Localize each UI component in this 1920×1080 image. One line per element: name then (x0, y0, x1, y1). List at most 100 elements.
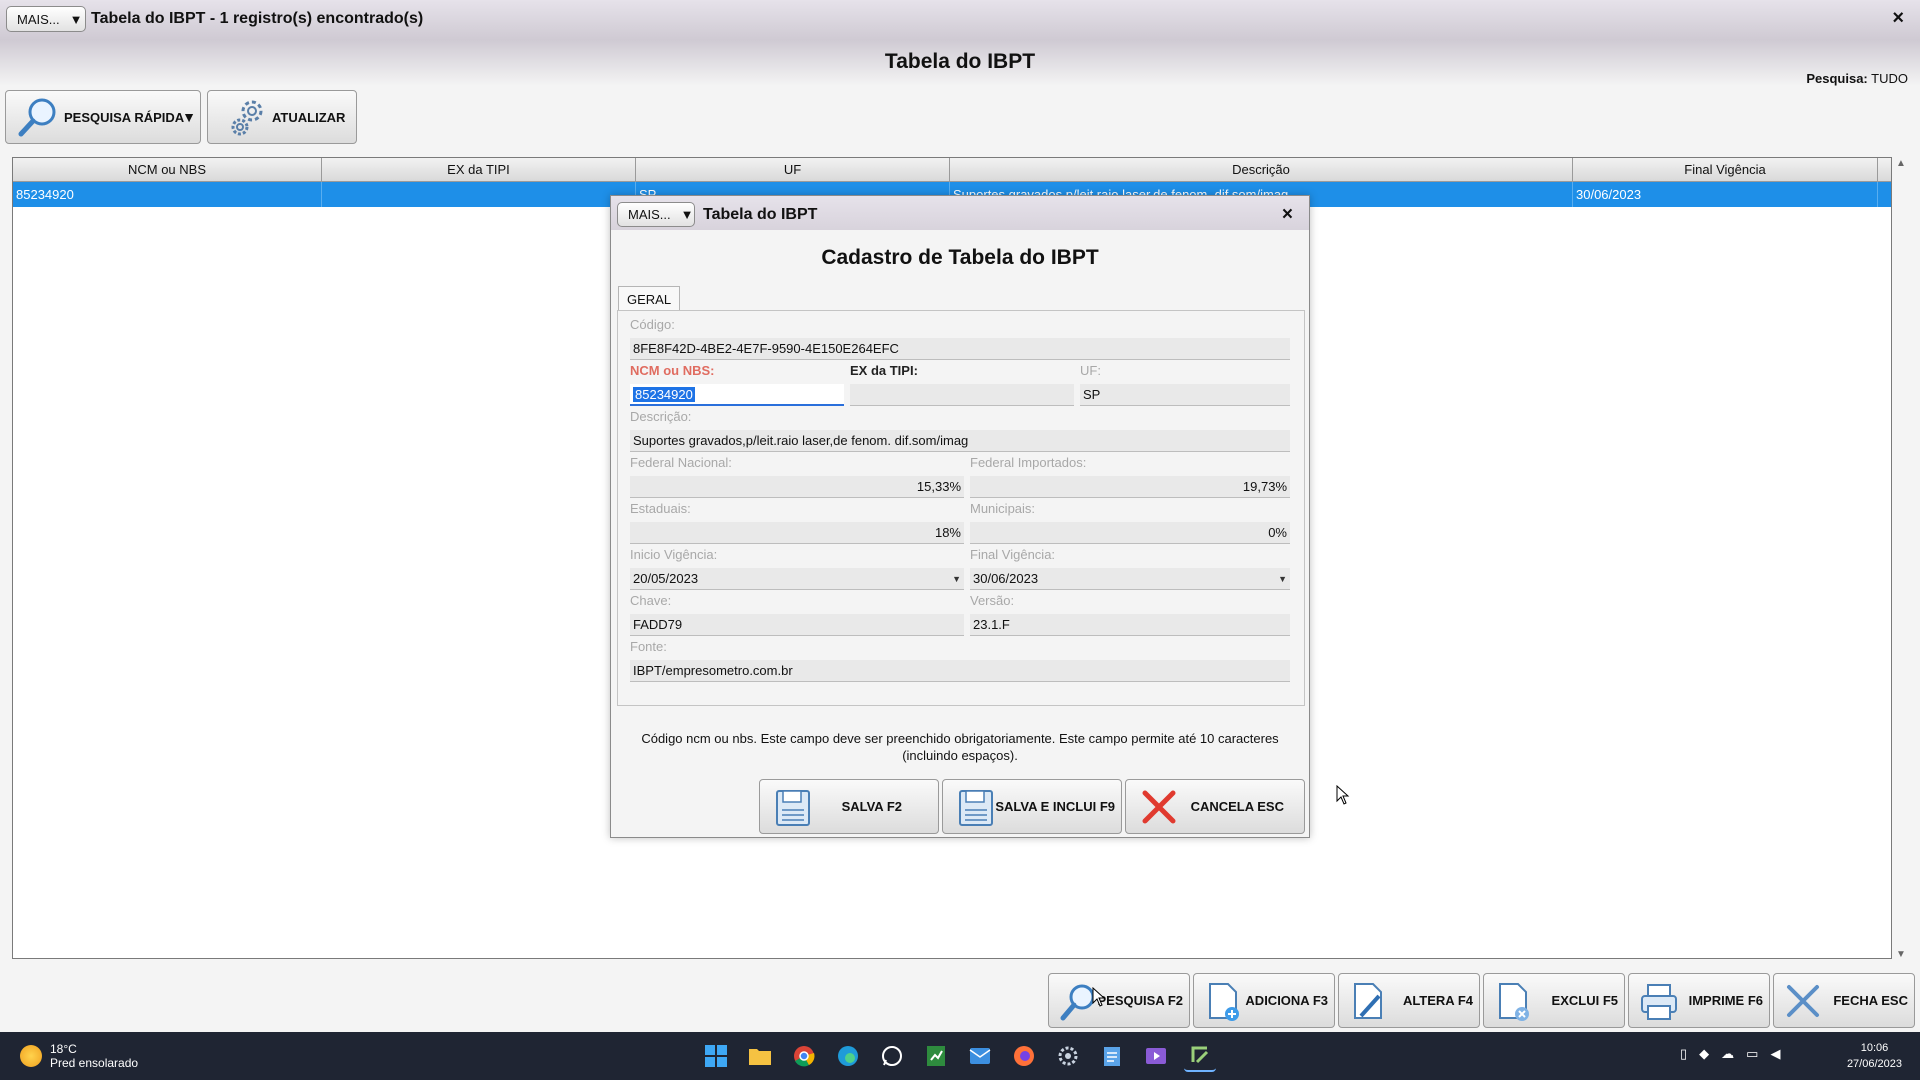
media-player-icon[interactable] (1140, 1040, 1172, 1072)
estaduais-field[interactable]: 18% (630, 522, 964, 544)
estaduais-label: Estaduais: (630, 501, 691, 516)
delete-f5-label: EXCLUI F5 (1551, 993, 1618, 1008)
codigo-label: Código: (630, 317, 675, 332)
windows-start-icon[interactable] (700, 1040, 732, 1072)
update-button[interactable]: ATUALIZAR (207, 90, 357, 144)
weather-temperature: 18°C (50, 1042, 77, 1056)
fonte-label: Fonte: (630, 639, 667, 654)
clock[interactable]: 10:06 27/06/2023 (1847, 1040, 1902, 1072)
column-header-final-vigencia[interactable]: Final Vigência (1573, 158, 1878, 181)
firefox-icon[interactable] (1008, 1040, 1040, 1072)
cancel-x-icon (1142, 790, 1176, 824)
versao-label: Versão: (970, 593, 1015, 608)
ex-tipi-field[interactable] (850, 384, 1074, 406)
municipais-label: Municipais: (970, 501, 1036, 516)
chrome-icon[interactable] (788, 1040, 820, 1072)
print-f6-label: IMPRIME F6 (1688, 993, 1763, 1008)
save-and-new-f9-button[interactable]: SALVA E INCLUI F9 (942, 779, 1122, 834)
final-vigencia-value: 30/06/2023 (973, 571, 1039, 586)
quick-search-label: PESQUISA RÁPIDA (64, 109, 185, 125)
mais-menu-button[interactable]: MAIS... ▼ (6, 6, 86, 32)
update-label: ATUALIZAR (272, 109, 346, 125)
ncm-field[interactable]: 85234920 (630, 384, 844, 406)
scroll-up-icon[interactable]: ▲ (1896, 158, 1906, 169)
close-esc-button[interactable]: FECHA ESC (1773, 973, 1915, 1028)
scroll-down-icon[interactable]: ▼ (1896, 949, 1906, 960)
inicio-vigencia-field[interactable]: 20/05/2023 ▼ (630, 568, 964, 590)
quick-search-button[interactable]: PESQUISA RÁPIDA ▼ (5, 90, 201, 144)
printer-icon (1641, 984, 1677, 1020)
print-f6-button[interactable]: IMPRIME F6 (1628, 973, 1770, 1028)
window-title: Tabela do IBPT - 1 registro(s) encontrad… (91, 10, 424, 27)
search-f2-label: PESQUISA F2 (1097, 993, 1183, 1008)
onedrive-icon[interactable]: ☁ (1721, 1046, 1734, 1062)
add-f3-label: ADICIONA F3 (1245, 993, 1328, 1008)
security-shield-icon[interactable]: ◆ (1699, 1046, 1709, 1062)
chevron-down-icon[interactable]: ▼ (1278, 568, 1287, 589)
mais-label: MAIS... (17, 11, 60, 27)
close-icon[interactable]: × (1282, 204, 1293, 226)
tab-geral[interactable]: GERAL (618, 286, 681, 311)
network-icon[interactable]: ▭ (1746, 1046, 1758, 1062)
versao-field[interactable]: 23.1.F (970, 614, 1290, 636)
close-icon[interactable]: × (1892, 7, 1904, 30)
chevron-down-icon[interactable]: ▼ (952, 568, 961, 589)
file-explorer-icon[interactable] (744, 1040, 776, 1072)
dialog-mais-label: MAIS... (628, 207, 671, 222)
close-esc-label: FECHA ESC (1833, 993, 1908, 1008)
volume-icon[interactable]: ◀ (1770, 1046, 1780, 1062)
search-icon (18, 98, 56, 137)
column-header-uf[interactable]: UF (636, 158, 950, 181)
final-vigencia-field[interactable]: 30/06/2023 ▼ (970, 568, 1290, 590)
mail-icon[interactable] (964, 1040, 996, 1072)
ex-tipi-label: EX da TIPI: (850, 363, 918, 378)
uf-label: UF: (1080, 363, 1101, 378)
sun-icon (20, 1045, 42, 1067)
fonte-field[interactable]: IBPT/empresometro.com.br (630, 660, 1290, 682)
descricao-label: Descrição: (630, 409, 692, 424)
cell-ncm: 85234920 (13, 182, 322, 207)
save-f2-button[interactable]: SALVA F2 (759, 779, 939, 834)
delete-f5-button[interactable]: EXCLUI F5 (1483, 973, 1625, 1028)
edit-document-icon (1354, 983, 1382, 1019)
column-header-ex-tipi[interactable]: EX da TIPI (322, 158, 636, 181)
mouse-cursor-icon (1092, 987, 1106, 1007)
codigo-field[interactable]: 8FE8F42D-4BE2-4E7F-9590-4E150E264EFC (630, 338, 1290, 360)
column-header-ncm[interactable]: NCM ou NBS (13, 158, 322, 181)
spreadsheet-icon[interactable] (920, 1040, 952, 1072)
grid-header: NCM ou NBS EX da TIPI UF Descrição Final… (13, 158, 1891, 182)
search-mode-value: TUDO (1871, 71, 1908, 86)
cancel-esc-button[interactable]: CANCELA ESC (1125, 779, 1305, 834)
dialog-mais-menu-button[interactable]: MAIS... ▼ (617, 202, 695, 227)
chevron-down-icon[interactable]: ▼ (182, 109, 196, 125)
edge-icon[interactable] (832, 1040, 864, 1072)
edit-f4-button[interactable]: ALTERA F4 (1338, 973, 1480, 1028)
chave-label: Chave: (630, 593, 672, 608)
column-header-descricao[interactable]: Descrição (950, 158, 1573, 181)
notepad-icon[interactable] (1096, 1040, 1128, 1072)
descricao-field[interactable]: Suportes gravados,p/leit.raio laser,de f… (630, 430, 1290, 452)
federal-nacional-field[interactable]: 15,33% (630, 476, 964, 498)
cancel-esc-label: CANCELA ESC (1190, 799, 1284, 814)
weather-widget[interactable]: 18°C Pred ensolarado (20, 1042, 138, 1070)
tab-panel-geral: Código: 8FE8F42D-4BE2-4E7F-9590-4E150E26… (617, 310, 1305, 706)
cell-final-vigencia: 30/06/2023 (1573, 182, 1878, 207)
mouse-cursor-icon (1336, 785, 1350, 805)
federal-importados-field[interactable]: 19,73% (970, 476, 1290, 498)
erp-app-icon[interactable] (1184, 1040, 1216, 1072)
edit-f4-label: ALTERA F4 (1402, 993, 1473, 1008)
add-f3-button[interactable]: ADICIONA F3 (1193, 973, 1335, 1028)
dialog-heading: Cadastro de Tabela do IBPT (821, 246, 1099, 269)
whatsapp-icon[interactable] (876, 1040, 908, 1072)
usb-icon[interactable]: ▯ (1680, 1046, 1687, 1062)
chave-field[interactable]: FADD79 (630, 614, 964, 636)
search-f2-button[interactable]: PESQUISA F2 (1048, 973, 1190, 1028)
municipais-field[interactable]: 0% (970, 522, 1290, 544)
clock-time: 10:06 (1860, 1042, 1889, 1054)
floppy-disk-icon (776, 790, 810, 826)
uf-field[interactable]: SP (1080, 384, 1290, 406)
main-titlebar: MAIS... ▼ Tabela do IBPT - 1 registro(s)… (0, 0, 1920, 40)
settings-gear-icon[interactable] (1052, 1040, 1084, 1072)
federal-importados-label: Federal Importados: (970, 455, 1087, 470)
vertical-scrollbar[interactable]: ▲ ▼ (1893, 158, 1909, 960)
